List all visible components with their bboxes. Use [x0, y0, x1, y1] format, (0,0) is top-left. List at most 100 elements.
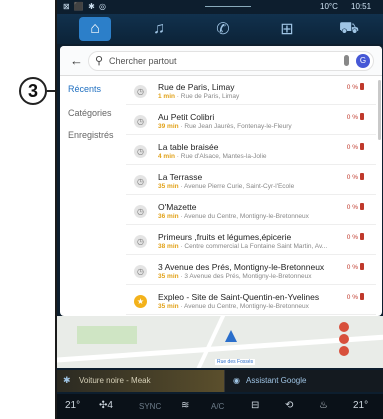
result-details: 4 min · Rue d'Alsace, Mantes-la-Jolie	[158, 153, 267, 160]
now-playing[interactable]: ✱ Voiture noire - Meak	[57, 370, 225, 392]
result-name: Rue de Paris, Limay	[158, 82, 235, 92]
battery-level: 0 %	[347, 233, 364, 241]
phone-tab[interactable]: ✆	[207, 17, 239, 41]
result-row[interactable]: ★ Expleo - Site de Saint-Quentin-en-Yvel…	[126, 289, 376, 315]
location-arrow-icon	[225, 330, 237, 342]
battery-percent: 0 %	[346, 294, 358, 301]
map-park-area	[77, 326, 137, 344]
seat-icon: ♨	[319, 400, 328, 411]
result-time: 4 min	[158, 153, 175, 160]
nav-recents[interactable]: Récents	[68, 84, 101, 94]
ac-button[interactable]: A/C	[211, 402, 224, 411]
map-control-button[interactable]	[339, 334, 349, 344]
result-name: Primeurs ,fruits et légumes,épicerie	[158, 232, 292, 242]
result-row[interactable]: ◷ Rue de Paris, Limay 1 min · Rue de Par…	[126, 79, 376, 105]
result-details: 35 min · Avenue du Centre, Montigny-le-B…	[158, 303, 309, 310]
battery-percent: 0 %	[346, 234, 358, 241]
battery-icon	[360, 143, 364, 150]
infotainment-screen: ⊠ ⬛ ✱ ◎ 10°C 10:51 ⌂ ♫ ✆ ⊞ ⛟ ← ⚲ Cherche…	[55, 0, 383, 419]
search-placeholder: Chercher partout	[109, 56, 177, 66]
back-arrow-icon[interactable]: ←	[70, 53, 83, 68]
recirculation-icon: ⟲	[285, 400, 294, 411]
result-details: 1 min · Rue de Paris, Limay	[158, 93, 240, 100]
nav-categories[interactable]: Catégories	[68, 108, 112, 118]
right-temperature[interactable]: 21°	[353, 400, 368, 411]
assistant-label: Assistant Google	[245, 376, 307, 385]
sync-button[interactable]: SYNC	[139, 402, 161, 411]
home-tab[interactable]: ⌂	[79, 17, 111, 41]
result-time: 35 min	[158, 183, 179, 190]
result-address: Avenue Pierre Curie, Saint-Cyr-l'École	[184, 183, 295, 190]
microphone-icon: ◉	[233, 376, 240, 385]
seat-heat-button[interactable]: ♨	[319, 400, 328, 411]
result-row[interactable]: ◷ O'Mazette 36 min · Avenue du Centre, M…	[126, 199, 376, 225]
result-time: 35 min	[158, 303, 179, 310]
result-row[interactable]: ◷ La Terrasse 35 min · Avenue Pierre Cur…	[126, 169, 376, 195]
map-control-button[interactable]	[339, 346, 349, 356]
result-name: 3 Avenue des Prés, Montigny-le-Bretonneu…	[158, 262, 325, 272]
battery-percent: 0 %	[346, 264, 358, 271]
vehicle-tab[interactable]: ⛟	[333, 17, 365, 41]
apps-tab[interactable]: ⊞	[271, 17, 303, 41]
battery-icon	[360, 293, 364, 300]
track-title: Voiture noire - Meak	[79, 376, 151, 385]
result-address: Rue Jean Jaurès, Fontenay-le-Fleury	[184, 123, 292, 130]
result-details: 35 min · Avenue Pierre Curie, Saint-Cyr-…	[158, 183, 295, 190]
result-name: La table braisée	[158, 142, 219, 152]
music-tab[interactable]: ♫	[143, 17, 175, 41]
history-icon: ◷	[134, 235, 147, 248]
result-time: 35 min	[158, 273, 179, 280]
search-panel: ← ⚲ Chercher partout G Récents Catégorie…	[60, 46, 382, 316]
fan-speed[interactable]: ✣4	[99, 400, 113, 411]
callout-number: 3	[27, 80, 38, 101]
battery-level: 0 %	[347, 173, 364, 181]
battery-icon	[360, 203, 364, 210]
result-row[interactable]: ◷ Au Petit Colibri 39 min · Rue Jean Jau…	[126, 109, 376, 135]
result-row[interactable]: ◷ Primeurs ,fruits et légumes,épicerie 3…	[126, 229, 376, 255]
battery-percent: 0 %	[346, 114, 358, 121]
battery-level: 0 %	[347, 83, 364, 91]
result-address: Rue de Paris, Limay	[180, 93, 240, 100]
recirculation-button[interactable]: ⟲	[285, 400, 293, 411]
map-view[interactable]: Rue des Fossés	[57, 316, 383, 368]
battery-level: 0 %	[347, 143, 364, 151]
microphone-icon[interactable]	[344, 55, 349, 66]
music-icon: ♫	[153, 20, 165, 37]
account-avatar[interactable]: G	[356, 54, 370, 68]
apps-grid-icon: ⊞	[280, 21, 294, 38]
battery-icon	[360, 173, 364, 180]
history-icon: ◷	[134, 145, 147, 158]
rear-defrost-button[interactable]: ⊟	[251, 400, 259, 411]
result-time: 1 min	[158, 93, 175, 100]
home-icon: ⌂	[90, 20, 100, 37]
battery-level: 0 %	[347, 203, 364, 211]
fan-level: 4	[107, 400, 113, 411]
nav-saved[interactable]: Enregistrés	[68, 130, 114, 140]
result-row[interactable]: ◷ La table braisée 4 min · Rue d'Alsace,…	[126, 139, 376, 165]
result-time: 39 min	[158, 123, 179, 130]
left-temperature[interactable]: 21°	[65, 400, 80, 411]
media-bar: ✱ Voiture noire - Meak ◉ Assistant Google	[57, 370, 383, 392]
list-scrollbar[interactable]	[378, 80, 381, 140]
battery-level: 0 %	[347, 263, 364, 271]
search-input[interactable]: ⚲ Chercher partout G	[88, 51, 374, 71]
stage: 3 ⊠ ⬛ ✱ ◎ 10°C 10:51 ⌂ ♫ ✆ ⊞ ⛟ ← ⚲ Cherc…	[0, 0, 383, 419]
battery-icon	[360, 113, 364, 120]
assistant-button[interactable]: ◉ Assistant Google	[233, 376, 312, 385]
history-icon: ◷	[134, 85, 147, 98]
result-details: 36 min · Avenue du Centre, Montigny-le-B…	[158, 213, 309, 220]
battery-percent: 0 %	[346, 144, 358, 151]
history-icon: ◷	[134, 175, 147, 188]
battery-percent: 0 %	[346, 174, 358, 181]
map-controls	[339, 322, 351, 358]
result-details: 39 min · Rue Jean Jaurès, Fontenay-le-Fl…	[158, 123, 292, 130]
result-name: Au Petit Colibri	[158, 112, 215, 122]
rear-defrost-icon: ⊟	[251, 400, 260, 411]
status-indicator-line	[205, 6, 251, 7]
result-row[interactable]: ◷ 3 Avenue des Prés, Montigny-le-Bretonn…	[126, 259, 376, 285]
history-icon: ◷	[134, 115, 147, 128]
battery-percent: 0 %	[346, 204, 358, 211]
airflow-button[interactable]: ≋	[181, 400, 189, 411]
map-control-button[interactable]	[339, 322, 349, 332]
airflow-icon: ≋	[181, 400, 190, 411]
